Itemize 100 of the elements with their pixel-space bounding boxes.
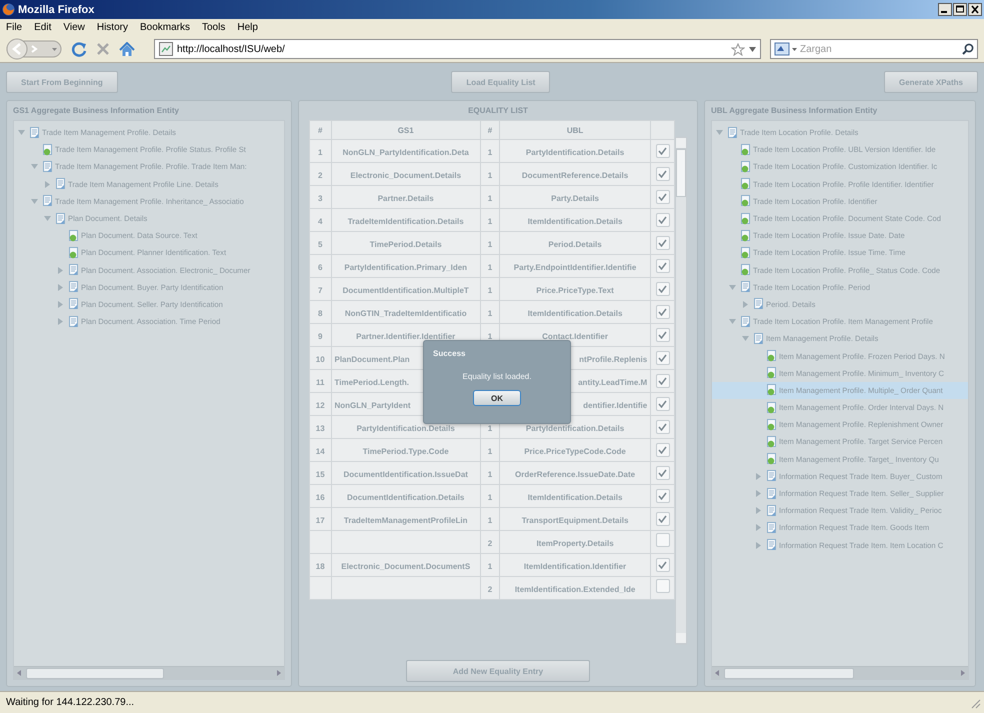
checkbox[interactable] <box>656 489 670 503</box>
search-icon[interactable] <box>962 43 974 55</box>
gs1-cell: TradeItemIdentification.Details <box>348 217 464 226</box>
action-button[interactable]: Load Equality List <box>451 71 550 93</box>
checkbox[interactable] <box>656 443 670 457</box>
menu-item[interactable]: Edit <box>34 22 52 33</box>
collapsed-arrow-icon[interactable] <box>57 300 64 308</box>
expanded-arrow-icon[interactable] <box>716 129 723 136</box>
action-button[interactable]: Generate XPaths <box>884 71 978 93</box>
checkmark-icon <box>658 216 668 224</box>
maximize-icon[interactable] <box>953 3 967 16</box>
menu-item[interactable]: Bookmarks <box>140 22 190 33</box>
collapsed-arrow-icon[interactable] <box>755 490 762 498</box>
ubl-cell: ntProfile.Replenis <box>579 355 648 364</box>
gs1-cell: Partner.Identifier.Identifier <box>356 332 456 341</box>
gs1-cell: TimePeriod.Length. <box>334 378 410 387</box>
ubl-cell: Contact.Identifier <box>542 332 608 341</box>
expanded-arrow-icon[interactable] <box>18 129 25 136</box>
back-forward-icon[interactable] <box>6 38 62 60</box>
collapsed-arrow-icon[interactable] <box>57 318 64 326</box>
checkbox[interactable] <box>656 397 670 411</box>
document-icon <box>68 316 79 328</box>
minimize-icon[interactable] <box>938 3 952 16</box>
add-entry-button[interactable]: Add New Equality Entry <box>406 660 590 682</box>
document-badge-icon <box>68 246 79 259</box>
search-engine-icon[interactable] <box>774 42 798 56</box>
checkbox[interactable] <box>656 328 670 342</box>
ubl-cell: ItemIdentification.Details <box>528 493 622 502</box>
document-badge-icon <box>740 144 751 156</box>
home-icon[interactable] <box>119 42 135 56</box>
menu-item[interactable]: View <box>63 22 85 33</box>
ubl-cell: PartyIdentification.Details <box>526 424 624 433</box>
menu-item[interactable]: File <box>6 22 22 33</box>
caret-icon[interactable] <box>749 46 756 52</box>
reload-icon[interactable] <box>71 41 87 57</box>
gs1-cell: Partner.Details <box>378 194 434 203</box>
checkmark-icon <box>658 469 668 477</box>
checkbox[interactable] <box>656 259 670 273</box>
checkbox[interactable] <box>656 578 670 592</box>
expanded-arrow-icon[interactable] <box>31 198 38 205</box>
horizontal-scrollbar[interactable] <box>14 666 284 679</box>
document-badge-icon <box>740 195 751 208</box>
document-badge-icon <box>766 384 777 396</box>
menu-item[interactable]: Tools <box>202 22 226 33</box>
collapsed-arrow-icon[interactable] <box>44 180 51 188</box>
expanded-arrow-icon[interactable] <box>742 335 749 342</box>
checkmark-icon <box>658 239 668 247</box>
star-icon[interactable] <box>731 42 745 56</box>
document-icon <box>42 195 53 208</box>
stop-icon[interactable] <box>96 42 110 56</box>
expanded-arrow-icon[interactable] <box>44 215 51 222</box>
row-number: 7 <box>318 286 322 295</box>
ubl-number: 1 <box>488 470 492 479</box>
document-icon <box>766 504 777 517</box>
checkbox[interactable] <box>656 374 670 388</box>
document-badge-icon <box>766 350 777 362</box>
firefox-logo-icon <box>2 3 15 16</box>
collapsed-arrow-icon[interactable] <box>755 472 762 480</box>
row-number: 4 <box>318 217 322 226</box>
collapsed-arrow-icon[interactable] <box>57 284 64 291</box>
checkmark-icon <box>658 561 668 569</box>
checkbox[interactable] <box>656 305 670 319</box>
checkbox[interactable] <box>656 236 670 250</box>
checkbox[interactable] <box>656 558 670 572</box>
collapsed-arrow-icon[interactable] <box>742 300 749 308</box>
checkmark-icon <box>658 262 668 270</box>
checkbox[interactable] <box>656 190 670 204</box>
address-field[interactable]: http://localhost/ISU/web/ <box>154 39 761 59</box>
horizontal-scrollbar[interactable] <box>712 666 968 679</box>
checkbox[interactable] <box>656 466 670 480</box>
resize-grip-icon[interactable] <box>969 696 981 708</box>
checkbox[interactable] <box>656 351 670 365</box>
ubl-cell: antity.LeadTime.M <box>578 378 648 387</box>
collapsed-arrow-icon[interactable] <box>755 542 762 549</box>
row-number: 10 <box>316 355 325 364</box>
expanded-arrow-icon[interactable] <box>729 284 736 291</box>
checkbox[interactable] <box>656 532 670 546</box>
collapsed-arrow-icon[interactable] <box>755 507 762 514</box>
close-icon[interactable] <box>968 3 982 16</box>
search-field[interactable]: Zargan <box>770 39 978 59</box>
document-icon <box>766 539 777 552</box>
checkbox[interactable] <box>656 144 670 158</box>
collapsed-arrow-icon[interactable] <box>57 266 64 274</box>
menu-item[interactable]: History <box>96 22 128 33</box>
ok-button[interactable]: OK <box>473 390 521 406</box>
checkbox[interactable] <box>656 512 670 526</box>
vertical-scrollbar[interactable] <box>675 137 687 645</box>
expanded-arrow-icon[interactable] <box>31 163 38 170</box>
document-icon <box>766 470 777 482</box>
menu-item[interactable]: Help <box>237 22 258 33</box>
checkbox[interactable] <box>656 213 670 227</box>
row-number: 3 <box>318 194 322 203</box>
collapsed-arrow-icon[interactable] <box>755 524 762 532</box>
action-button[interactable]: Start From Beginning <box>6 71 118 93</box>
document-icon <box>740 316 751 328</box>
checkbox[interactable] <box>656 282 670 296</box>
dialog-message: Equality list loaded. <box>462 372 532 381</box>
checkbox[interactable] <box>656 420 670 434</box>
expanded-arrow-icon[interactable] <box>729 318 736 326</box>
checkbox[interactable] <box>656 167 670 181</box>
